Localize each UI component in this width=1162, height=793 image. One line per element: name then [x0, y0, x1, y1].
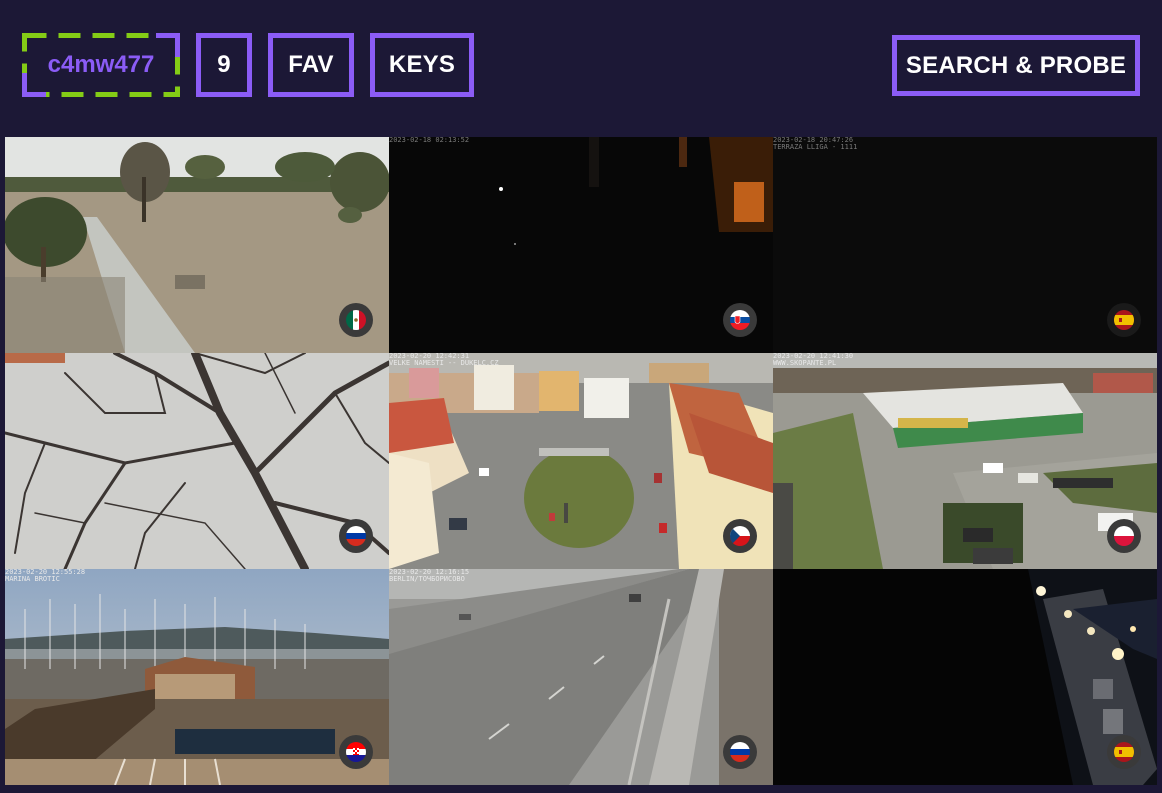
camera-tile[interactable]: 2023-02-20 12:41:30 WWW.SKOPANTE.PL [773, 353, 1157, 569]
country-flag-icon-spain [1107, 735, 1141, 769]
country-flag-icon-mexico [339, 303, 373, 337]
camera-tile[interactable]: 2023-02-20 12:16:15 BERLIN/TOЧБОРИСОВО [389, 569, 773, 785]
country-flag-icon-russia [723, 735, 757, 769]
camera-tile[interactable]: 2023-02-20 12:42:31 VELKE NAMESTI -- DUK… [389, 353, 773, 569]
camera-timestamp-overlay: 2023-02-20 12:41:30 WWW.SKOPANTE.PL [773, 353, 854, 367]
camera-grid: 2023-02-18 02:13:52 2023-02-18 20:47:26 … [5, 137, 1157, 785]
camera-feed-image [389, 569, 773, 785]
camera-timestamp-overlay: 2023-02-20 12:55:28 MARINA BROTIC [5, 569, 86, 583]
camera-feed-image [5, 569, 389, 785]
camera-count-button[interactable]: 9 [196, 33, 252, 97]
camera-feed-image [773, 569, 1157, 785]
camera-feed-image [389, 353, 773, 569]
camera-tile[interactable] [5, 353, 389, 569]
camera-tile[interactable]: 2023-02-20 12:55:28 MARINA BROTIC [5, 569, 389, 785]
camera-timestamp-overlay: 2023-02-18 02:13:52 [389, 137, 470, 144]
country-flag-icon-russia [339, 519, 373, 553]
camera-timestamp-overlay: 2023-02-20 12:42:31 VELKE NAMESTI -- DUK… [389, 353, 499, 367]
fav-button[interactable]: FAV [268, 33, 354, 97]
camera-tile[interactable] [773, 569, 1157, 785]
camera-timestamp-overlay: 2023-02-18 20:47:26 TERRAZA LLIGA - 1111 [773, 137, 858, 151]
search-probe-button[interactable]: SEARCH & PROBE [892, 35, 1140, 96]
camera-tile[interactable]: 2023-02-18 20:47:26 TERRAZA LLIGA - 1111 [773, 137, 1157, 353]
camera-feed-image [5, 137, 389, 353]
country-flag-icon-croatia [339, 735, 373, 769]
country-flag-icon-slovakia [723, 303, 757, 337]
camera-feed-image [773, 353, 1157, 569]
camera-feed-image [773, 137, 1157, 353]
logo-text: c4mw477 [47, 51, 155, 78]
country-flag-icon-spain [1107, 303, 1141, 337]
country-flag-icon-poland [1107, 519, 1141, 553]
camera-timestamp-overlay: 2023-02-20 12:16:15 BERLIN/TOЧБОРИСОВО [389, 569, 470, 583]
camera-feed-image [389, 137, 773, 353]
keys-button[interactable]: KEYS [370, 33, 474, 97]
camera-feed-image [5, 353, 389, 569]
camera-tile[interactable] [5, 137, 389, 353]
site-logo[interactable]: c4mw477 [22, 33, 180, 97]
camera-tile[interactable]: 2023-02-18 02:13:52 [389, 137, 773, 353]
country-flag-icon-czech-republic [723, 519, 757, 553]
top-bar: c4mw477 9 FAV KEYS SEARCH & PROBE [0, 0, 1162, 135]
